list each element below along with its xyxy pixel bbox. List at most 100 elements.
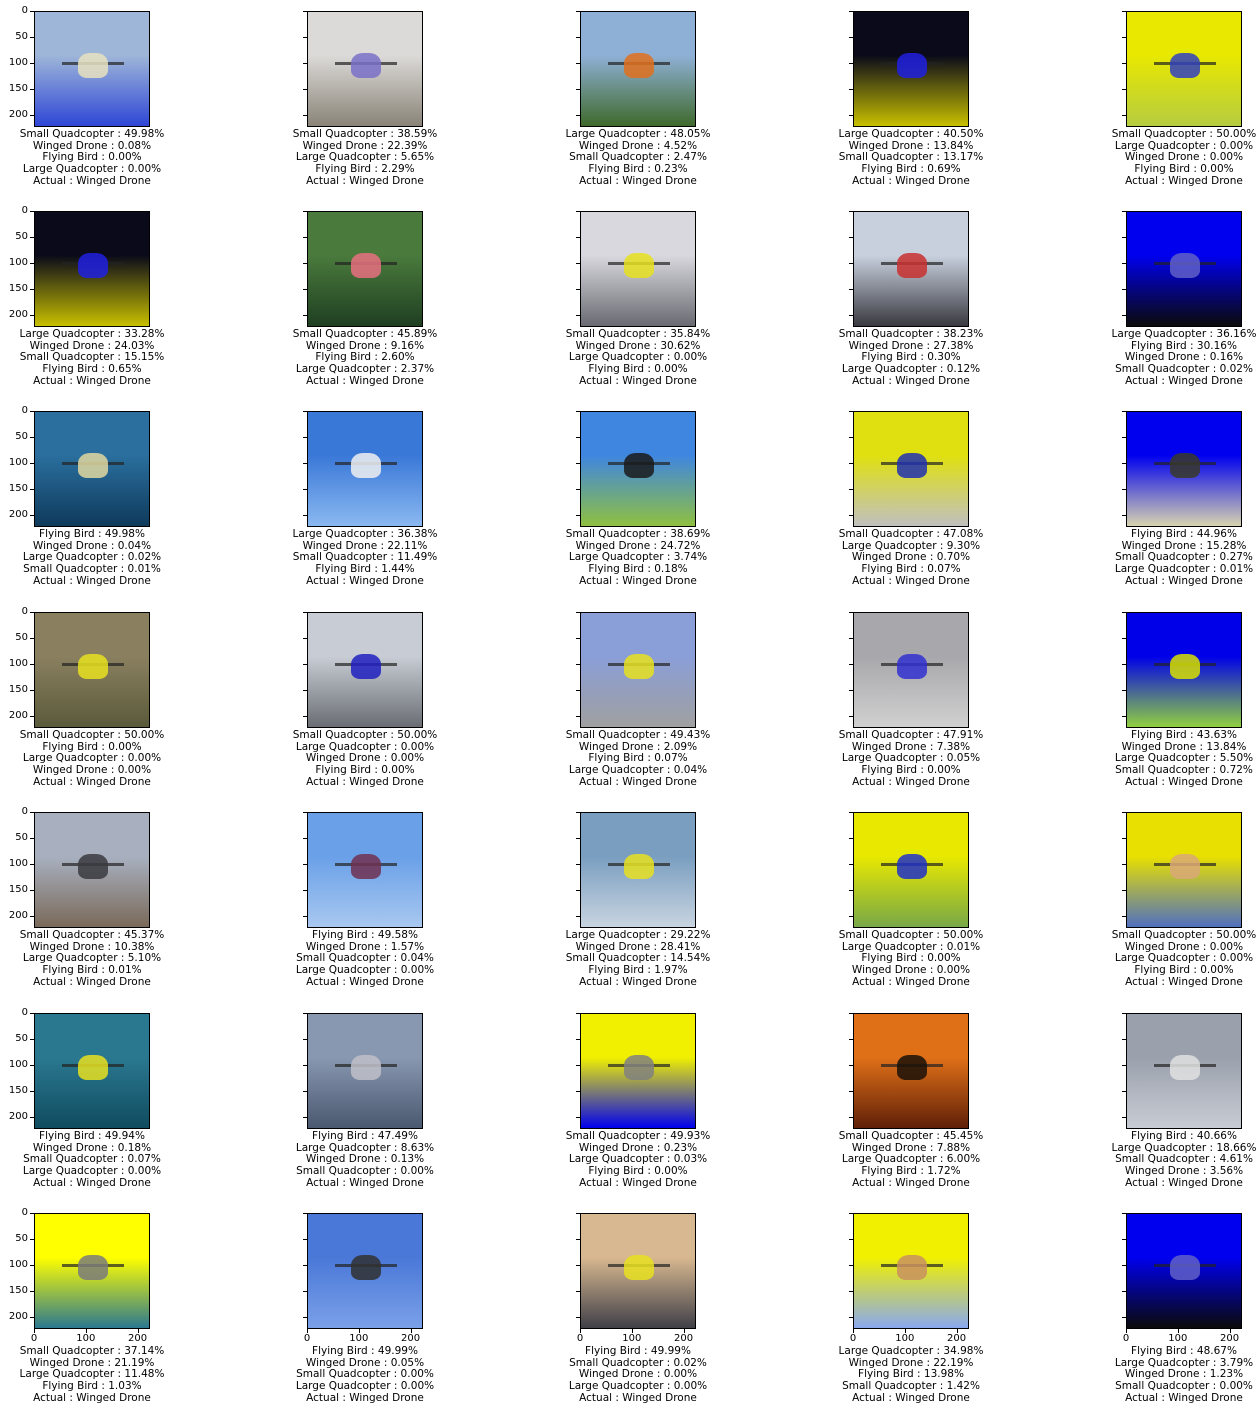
y-tick-label: 100 [8, 1058, 28, 1070]
y-tick [1122, 1238, 1126, 1240]
y-tick [849, 262, 853, 264]
actual-label: Actual : Winged Drone [1125, 975, 1243, 988]
y-tick [303, 863, 307, 865]
y-tick-label: 50 [15, 1232, 28, 1244]
image-axes [580, 1013, 696, 1129]
subject-shape [897, 253, 927, 279]
prediction-caption: Small Quadcopter : 50.00% Large Quadcopte… [1112, 128, 1257, 188]
y-tick [576, 314, 580, 316]
y-tick [849, 1038, 853, 1040]
y-tick [576, 1038, 580, 1040]
x-tick-label: 0 [303, 1333, 311, 1344]
prediction-caption: Flying Bird : 49.99% Winged Drone : 0.05%… [296, 1345, 434, 1405]
prediction-line: Flying Bird : 49.99% [312, 1345, 418, 1357]
y-tick [576, 211, 580, 212]
prediction-line: Small Quadcopter : 37.14% [19, 1345, 165, 1357]
y-tick [30, 612, 34, 613]
y-tick [849, 612, 853, 613]
image-panel: Small Quadcopter : 50.00% Winged Drone : … [1092, 801, 1260, 991]
prediction-caption: Small Quadcopter : 50.00% Flying Bird : 0… [20, 729, 165, 789]
actual-label: Actual : Winged Drone [33, 174, 151, 187]
y-tick-label: 200 [8, 308, 28, 320]
subject-shape [624, 1255, 654, 1281]
y-tick [576, 36, 580, 38]
image-panel: Small Quadcopter : 50.00% Large Quadcopte… [273, 601, 453, 791]
y-tick [30, 314, 34, 316]
y-tick [849, 462, 853, 464]
subject-shape [78, 854, 108, 880]
subject-shape [624, 854, 654, 880]
image-axes [34, 1013, 150, 1129]
prediction-caption: Flying Bird : 43.63% Winged Drone : 13.84… [1115, 729, 1253, 789]
subject-shape [78, 253, 108, 279]
y-tick [1122, 488, 1126, 490]
actual-label: Actual : Winged Drone [1125, 1176, 1243, 1189]
y-tick [30, 1238, 34, 1240]
y-tick [576, 863, 580, 865]
image-axes [580, 1213, 696, 1329]
image-axes [580, 812, 696, 928]
image-panel: Small Quadcopter : 38.59% Winged Drone : … [273, 0, 453, 190]
y-tick [1122, 637, 1126, 639]
image-panel: Small Quadcopter : 47.91% Winged Drone : … [819, 601, 999, 791]
y-tick [303, 1238, 307, 1240]
prediction-caption: Small Quadcopter : 35.84% Winged Drone : … [566, 328, 711, 388]
y-tick [303, 1264, 307, 1266]
prediction-caption: Small Quadcopter : 50.00% Large Quadcopte… [293, 729, 438, 789]
y-tick-label: 50 [15, 1032, 28, 1044]
y-tick-label: 0 [21, 205, 28, 216]
y-tick [303, 488, 307, 490]
y-tick [303, 1116, 307, 1118]
y-tick [303, 715, 307, 717]
prediction-line: Small Quadcopter : 38.59% [292, 128, 438, 140]
image-panel: Large Quadcopter : 48.05% Winged Drone : … [546, 0, 726, 190]
y-tick [1122, 863, 1126, 865]
y-tick [576, 689, 580, 691]
prediction-line: Flying Bird : 43.63% [1131, 729, 1237, 741]
image-panel: Small Quadcopter : 49.43% Winged Drone : … [546, 601, 726, 791]
y-tick [30, 1064, 34, 1066]
y-tick [576, 88, 580, 90]
image-panel: 0 100 200 Large Quadcopter : 34.98% Winged D… [819, 1202, 999, 1404]
y-tick [30, 637, 34, 639]
actual-label: Actual : Winged Drone [579, 1391, 697, 1404]
prediction-line: Large Quadcopter : 29.22% [565, 929, 711, 941]
subject-shape [624, 453, 654, 479]
prediction-caption: Flying Bird : 49.98% Winged Drone : 0.04%… [23, 528, 161, 588]
prediction-caption: Small Quadcopter : 45.89% Winged Drone : … [293, 328, 438, 388]
actual-label: Actual : Winged Drone [579, 374, 697, 387]
y-tick-label: 200 [8, 1110, 28, 1122]
y-tick [576, 1064, 580, 1066]
prediction-line: Flying Bird : 49.58% [312, 929, 418, 941]
image-axes [1126, 11, 1242, 127]
y-tick [576, 1090, 580, 1092]
prediction-caption: Flying Bird : 48.67% Large Quadcopter : 3… [1115, 1345, 1253, 1405]
subject-shape [624, 654, 654, 680]
prediction-caption: Small Quadcopter : 38.23% Winged Drone : … [839, 328, 984, 388]
y-tick [576, 1316, 580, 1318]
actual-label: Actual : Winged Drone [852, 1391, 970, 1404]
actual-label: Actual : Winged Drone [1125, 174, 1243, 187]
prediction-line: Flying Bird : 48.67% [1131, 1345, 1237, 1357]
y-tick-label: 50 [15, 430, 28, 442]
y-tick-label: 200 [8, 909, 28, 921]
actual-label: Actual : Winged Drone [33, 975, 151, 988]
y-tick [576, 1264, 580, 1266]
actual-label: Actual : Winged Drone [306, 374, 424, 387]
y-tick [303, 1013, 307, 1014]
subject-shape [897, 53, 927, 79]
y-tick [849, 236, 853, 238]
image-axes [853, 1213, 969, 1329]
prediction-caption: Flying Bird : 49.58% Winged Drone : 1.57%… [296, 929, 434, 989]
prediction-line: Small Quadcopter : 49.43% [565, 729, 711, 741]
y-tick [1122, 262, 1126, 264]
prediction-caption: Small Quadcopter : 47.08% Large Quadcopte… [839, 528, 984, 588]
actual-label: Actual : Winged Drone [33, 1391, 151, 1404]
prediction-caption: Small Quadcopter : 37.14% Winged Drone : … [19, 1345, 165, 1405]
y-tick [1122, 1013, 1126, 1014]
y-tick [576, 436, 580, 438]
y-tick-label: 0 [21, 1207, 28, 1218]
actual-label: Actual : Winged Drone [1125, 574, 1243, 587]
prediction-line: Small Quadcopter : 50.00% [1111, 929, 1257, 941]
y-tick [1122, 1264, 1126, 1266]
